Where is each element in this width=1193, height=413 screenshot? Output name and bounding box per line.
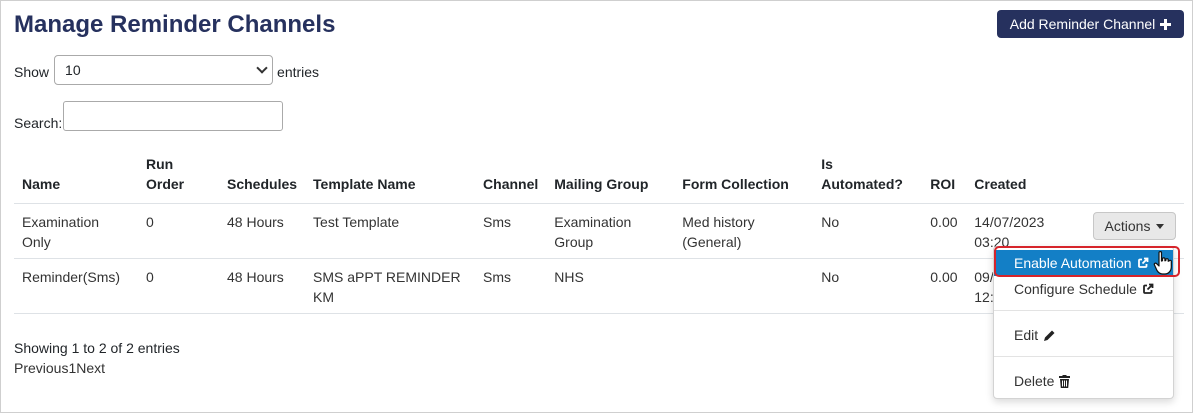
header-run-order[interactable]: Run Order [138,150,219,204]
cell-run-order: 0 [138,258,219,314]
cell-template-name: SMS aPPT REMINDER KM [305,258,476,314]
pagination-page-1[interactable]: 1 [68,358,76,378]
header-name[interactable]: Name [14,150,138,204]
add-reminder-channel-button[interactable]: Add Reminder Channel [997,10,1184,38]
cell-channel: Sms [475,203,547,259]
page-length-select[interactable]: 10 [54,55,274,85]
pagination: Previous 1 Next [14,358,105,378]
cell-channel: Sms [475,258,547,314]
caret-down-icon [1156,223,1165,229]
add-button-label: Add Reminder Channel [1009,16,1156,32]
header-template-name[interactable]: Template Name [305,150,476,204]
header-created[interactable]: Created [966,150,1085,204]
pencil-icon [1044,330,1055,341]
plus-icon [1160,18,1172,30]
pagination-next[interactable]: Next [76,358,105,378]
search-control: Search: [14,101,284,131]
cell-roi: 0.00 [922,258,967,314]
cell-is-automated: No [813,203,923,259]
chevron-down-icon [256,62,268,74]
menu-item-label: Configure Schedule [1014,281,1137,297]
page-length-control: Show 10 entries [14,55,320,87]
cell-run-order: 0 [138,203,219,259]
entries-label: entries [277,64,320,80]
cell-form-collection: Med history (General) [674,203,814,259]
table-header-row: Name Run Order Schedules Template Name Ch… [14,150,1184,204]
header-form-collection[interactable]: Form Collection [674,150,814,204]
menu-divider [994,310,1173,311]
menu-item-label: Delete [1014,373,1055,389]
hand-cursor-icon [1153,251,1172,275]
menu-item-delete[interactable]: Delete [994,368,1173,394]
table-info: Showing 1 to 2 of 2 entries [14,340,180,356]
cell-schedules: 48 Hours [219,258,306,314]
header-mailing-group[interactable]: Mailing Group [546,150,675,204]
actions-dropdown-button[interactable]: Actions [1093,212,1176,240]
menu-item-label: Edit [1014,327,1039,343]
show-label: Show [14,64,50,80]
cell-roi: 0.00 [922,203,967,259]
search-label: Search: [14,115,63,131]
header-schedules[interactable]: Schedules [219,150,306,204]
external-link-icon [1143,283,1154,294]
search-input[interactable] [63,101,284,131]
header-actions [1084,150,1184,204]
cell-mailing-group: NHS [546,258,675,314]
cell-name: Examination Only [14,203,138,259]
trash-icon [1059,374,1071,388]
header-is-automated[interactable]: Is Automated? [813,150,923,204]
menu-item-edit[interactable]: Edit [994,322,1173,348]
header-channel[interactable]: Channel [475,150,547,204]
cell-mailing-group: Examination Group [546,203,675,259]
cell-name: Reminder(Sms) [14,258,138,314]
actions-button-label: Actions [1104,218,1151,234]
cell-schedules: 48 Hours [219,203,306,259]
menu-divider [994,356,1173,357]
page-title: Manage Reminder Channels [14,11,336,38]
page-length-value: 10 [65,62,81,78]
cell-form-collection [674,258,814,314]
menu-item-configure-schedule[interactable]: Configure Schedule [994,276,1173,302]
cell-is-automated: No [813,258,923,314]
pagination-previous[interactable]: Previous [14,358,68,378]
cell-template-name: Test Template [305,203,476,259]
header-roi[interactable]: ROI [922,150,967,204]
